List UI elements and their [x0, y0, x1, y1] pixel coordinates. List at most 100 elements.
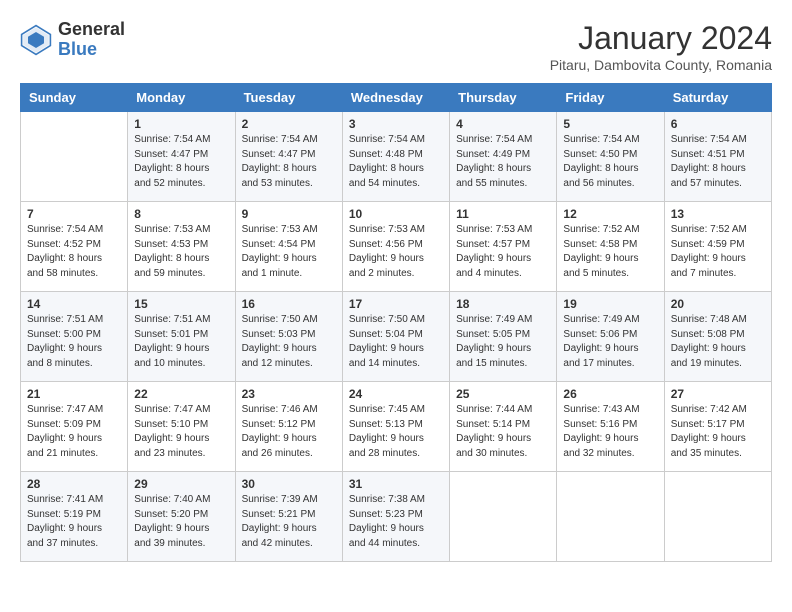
- day-number: 25: [456, 387, 550, 401]
- day-number: 14: [27, 297, 121, 311]
- day-number: 5: [563, 117, 657, 131]
- week-row-4: 21Sunrise: 7:47 AMSunset: 5:09 PMDayligh…: [21, 382, 772, 472]
- day-number: 3: [349, 117, 443, 131]
- day-info: Sunrise: 7:46 AMSunset: 5:12 PMDaylight:…: [242, 403, 336, 461]
- day-info: Sunrise: 7:53 AMSunset: 4:53 PMDaylight:…: [134, 223, 228, 281]
- day-cell: 23 Sunrise: 7:46 AMSunset: 5:12 PMDayligh…: [235, 382, 342, 472]
- day-number: 6: [671, 117, 765, 131]
- day-number: 23: [242, 387, 336, 401]
- day-number: 10: [349, 207, 443, 221]
- col-saturday: Saturday: [664, 84, 771, 112]
- day-number: 29: [134, 477, 228, 491]
- day-cell: 25 Sunrise: 7:44 AMSunset: 5:14 PMDayligh…: [450, 382, 557, 472]
- day-info: Sunrise: 7:53 AMSunset: 4:56 PMDaylight:…: [349, 223, 443, 281]
- day-info: Sunrise: 7:54 AMSunset: 4:47 PMDaylight:…: [242, 133, 336, 191]
- week-row-1: 1 Sunrise: 7:54 AMSunset: 4:47 PMDaylight…: [21, 112, 772, 202]
- day-info: Sunrise: 7:38 AMSunset: 5:23 PMDaylight:…: [349, 493, 443, 551]
- day-cell: 5Sunrise: 7:54 AMSunset: 4:50 PMDaylight…: [557, 112, 664, 202]
- day-number: 26: [563, 387, 657, 401]
- week-row-3: 14Sunrise: 7:51 AMSunset: 5:00 PMDayligh…: [21, 292, 772, 382]
- day-cell: 7 Sunrise: 7:54 AMSunset: 4:52 PMDaylight…: [21, 202, 128, 292]
- day-cell: [664, 472, 771, 562]
- day-info: Sunrise: 7:50 AMSunset: 5:04 PMDaylight:…: [349, 313, 443, 371]
- day-cell: 27 Sunrise: 7:42 AMSunset: 5:17 PMDayligh…: [664, 382, 771, 472]
- day-info: Sunrise: 7:54 AMSunset: 4:47 PMDaylight:…: [134, 133, 228, 191]
- day-cell: [450, 472, 557, 562]
- day-info: Sunrise: 7:45 AMSunset: 5:13 PMDaylight:…: [349, 403, 443, 461]
- day-number: 31: [349, 477, 443, 491]
- day-info: Sunrise: 7:42 AMSunset: 5:17 PMDaylight:…: [671, 403, 765, 461]
- day-cell: 10 Sunrise: 7:53 AMSunset: 4:56 PMDayligh…: [342, 202, 449, 292]
- col-friday: Friday: [557, 84, 664, 112]
- day-cell: 12Sunrise: 7:52 AMSunset: 4:58 PMDayligh…: [557, 202, 664, 292]
- day-number: 9: [242, 207, 336, 221]
- day-cell: 30 Sunrise: 7:39 AMSunset: 5:21 PMDayligh…: [235, 472, 342, 562]
- col-monday: Monday: [128, 84, 235, 112]
- day-info: Sunrise: 7:44 AMSunset: 5:14 PMDaylight:…: [456, 403, 550, 461]
- logo-icon: [20, 24, 52, 56]
- day-cell: 14Sunrise: 7:51 AMSunset: 5:00 PMDayligh…: [21, 292, 128, 382]
- day-number: 8: [134, 207, 228, 221]
- header-row: Sunday Monday Tuesday Wednesday Thursday…: [21, 84, 772, 112]
- day-number: 7: [27, 207, 121, 221]
- calendar-table: Sunday Monday Tuesday Wednesday Thursday…: [20, 83, 772, 562]
- day-info: Sunrise: 7:49 AMSunset: 5:06 PMDaylight:…: [563, 313, 657, 371]
- page-header: General Blue January 2024 Pitaru, Dambov…: [20, 20, 772, 73]
- title-block: January 2024 Pitaru, Dambovita County, R…: [550, 20, 772, 73]
- day-cell: [21, 112, 128, 202]
- col-wednesday: Wednesday: [342, 84, 449, 112]
- logo-text: General Blue: [58, 20, 125, 60]
- day-cell: 6 Sunrise: 7:54 AMSunset: 4:51 PMDaylight…: [664, 112, 771, 202]
- day-info: Sunrise: 7:54 AMSunset: 4:48 PMDaylight:…: [349, 133, 443, 191]
- day-cell: 31 Sunrise: 7:38 AMSunset: 5:23 PMDayligh…: [342, 472, 449, 562]
- day-cell: [557, 472, 664, 562]
- day-cell: 28Sunrise: 7:41 AMSunset: 5:19 PMDayligh…: [21, 472, 128, 562]
- day-number: 16: [242, 297, 336, 311]
- location-title: Pitaru, Dambovita County, Romania: [550, 57, 772, 73]
- day-cell: 26Sunrise: 7:43 AMSunset: 5:16 PMDayligh…: [557, 382, 664, 472]
- col-tuesday: Tuesday: [235, 84, 342, 112]
- day-number: 20: [671, 297, 765, 311]
- logo: General Blue: [20, 20, 125, 60]
- day-number: 2: [242, 117, 336, 131]
- day-cell: 1 Sunrise: 7:54 AMSunset: 4:47 PMDaylight…: [128, 112, 235, 202]
- day-info: Sunrise: 7:48 AMSunset: 5:08 PMDaylight:…: [671, 313, 765, 371]
- day-info: Sunrise: 7:39 AMSunset: 5:21 PMDaylight:…: [242, 493, 336, 551]
- day-cell: 4 Sunrise: 7:54 AMSunset: 4:49 PMDaylight…: [450, 112, 557, 202]
- day-cell: 3 Sunrise: 7:54 AMSunset: 4:48 PMDaylight…: [342, 112, 449, 202]
- day-info: Sunrise: 7:54 AMSunset: 4:52 PMDaylight:…: [27, 223, 121, 281]
- day-number: 11: [456, 207, 550, 221]
- week-row-2: 7 Sunrise: 7:54 AMSunset: 4:52 PMDaylight…: [21, 202, 772, 292]
- day-info: Sunrise: 7:54 AMSunset: 4:51 PMDaylight:…: [671, 133, 765, 191]
- day-cell: 29 Sunrise: 7:40 AMSunset: 5:20 PMDayligh…: [128, 472, 235, 562]
- day-info: Sunrise: 7:49 AMSunset: 5:05 PMDaylight:…: [456, 313, 550, 371]
- day-info: Sunrise: 7:40 AMSunset: 5:20 PMDaylight:…: [134, 493, 228, 551]
- col-sunday: Sunday: [21, 84, 128, 112]
- day-number: 24: [349, 387, 443, 401]
- day-number: 30: [242, 477, 336, 491]
- day-number: 12: [563, 207, 657, 221]
- logo-general-text: General: [58, 20, 125, 40]
- day-cell: 17 Sunrise: 7:50 AMSunset: 5:04 PMDayligh…: [342, 292, 449, 382]
- day-info: Sunrise: 7:54 AMSunset: 4:49 PMDaylight:…: [456, 133, 550, 191]
- day-info: Sunrise: 7:53 AMSunset: 4:57 PMDaylight:…: [456, 223, 550, 281]
- day-number: 18: [456, 297, 550, 311]
- day-number: 19: [563, 297, 657, 311]
- day-cell: 15Sunrise: 7:51 AMSunset: 5:01 PMDayligh…: [128, 292, 235, 382]
- day-number: 1: [134, 117, 228, 131]
- day-number: 4: [456, 117, 550, 131]
- week-row-5: 28Sunrise: 7:41 AMSunset: 5:19 PMDayligh…: [21, 472, 772, 562]
- day-cell: 2 Sunrise: 7:54 AMSunset: 4:47 PMDaylight…: [235, 112, 342, 202]
- day-number: 27: [671, 387, 765, 401]
- day-cell: 21Sunrise: 7:47 AMSunset: 5:09 PMDayligh…: [21, 382, 128, 472]
- day-info: Sunrise: 7:47 AMSunset: 5:10 PMDaylight:…: [134, 403, 228, 461]
- day-cell: 16Sunrise: 7:50 AMSunset: 5:03 PMDayligh…: [235, 292, 342, 382]
- day-number: 15: [134, 297, 228, 311]
- day-info: Sunrise: 7:41 AMSunset: 5:19 PMDaylight:…: [27, 493, 121, 551]
- day-cell: 9 Sunrise: 7:53 AMSunset: 4:54 PMDaylight…: [235, 202, 342, 292]
- day-number: 17: [349, 297, 443, 311]
- day-info: Sunrise: 7:53 AMSunset: 4:54 PMDaylight:…: [242, 223, 336, 281]
- col-thursday: Thursday: [450, 84, 557, 112]
- day-cell: 11 Sunrise: 7:53 AMSunset: 4:57 PMDayligh…: [450, 202, 557, 292]
- day-cell: 24 Sunrise: 7:45 AMSunset: 5:13 PMDayligh…: [342, 382, 449, 472]
